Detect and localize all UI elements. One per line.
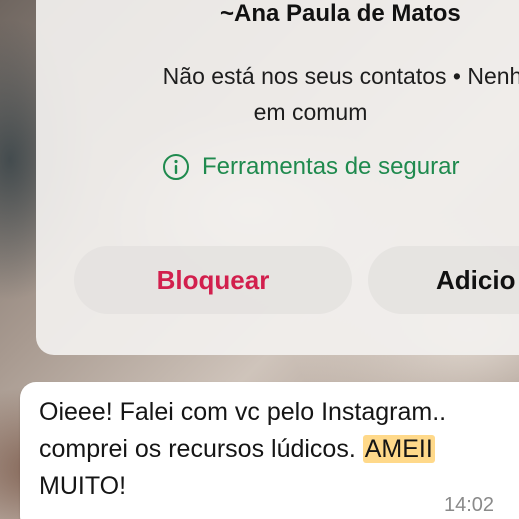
contact-name: ~Ana Paula de Matos bbox=[220, 0, 461, 27]
chat-screen: ~Ana Paula de Matos Não está nos seus co… bbox=[0, 0, 519, 519]
incoming-message[interactable]: Oieee! Falei com vc pelo Instagram.. com… bbox=[20, 382, 519, 519]
message-text-end: MUITO! bbox=[39, 472, 127, 500]
message-timestamp: 14:02 bbox=[444, 494, 495, 516]
message-text: Oieee! Falei com vc pelo Instagram.. com… bbox=[39, 394, 509, 505]
contact-status-line1: Não está nos seus contatos • Nenh bbox=[162, 63, 519, 89]
add-contact-button-label: Adicio bbox=[436, 264, 516, 295]
search-highlight: AMEII bbox=[362, 435, 435, 463]
safety-tools-label: Ferramentas de segurar bbox=[202, 153, 460, 180]
contact-info-card: ~Ana Paula de Matos Não está nos seus co… bbox=[36, 0, 519, 355]
info-icon bbox=[162, 153, 190, 181]
add-contact-button[interactable]: Adicio bbox=[368, 246, 519, 314]
block-button-label: Bloquear bbox=[156, 264, 270, 295]
safety-tools-link[interactable]: Ferramentas de segurar bbox=[162, 153, 459, 181]
contact-status: Não está nos seus contatos • Nenh em com… bbox=[36, 58, 519, 130]
block-button[interactable]: Bloquear bbox=[74, 246, 352, 314]
contact-status-line2: em comum bbox=[253, 99, 368, 125]
